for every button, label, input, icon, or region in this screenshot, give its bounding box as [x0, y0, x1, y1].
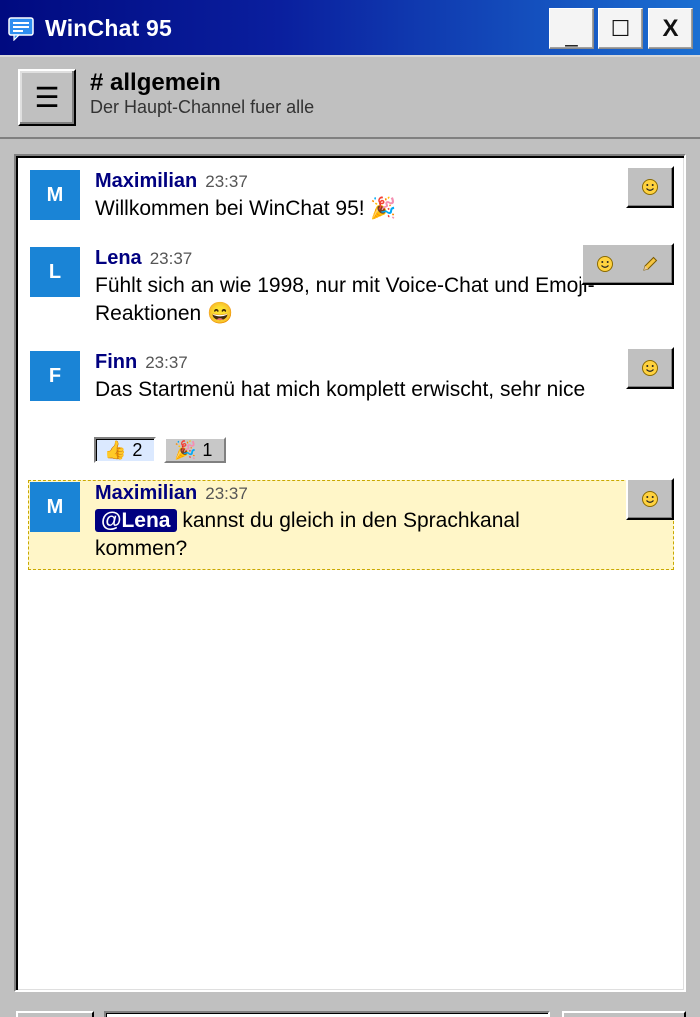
emoji-icon — [642, 360, 658, 376]
message-author[interactable]: Maximilian 23:37 — [95, 170, 248, 193]
thumbs-up-icon: 👍 — [104, 439, 127, 460]
close-button[interactable]: X — [648, 8, 693, 49]
message-item: F Finn 23:37 Das Startmenü hat mich kompl… — [30, 347, 675, 463]
channel-description: Der Haupt-Channel fuer alle — [90, 97, 315, 117]
reaction-thumbs-up[interactable]: 👍 2 — [94, 437, 156, 463]
reaction-count: 2 — [132, 439, 143, 460]
message-text: Das Startmenü hat mich komplett erwischt… — [95, 378, 586, 401]
avatar[interactable]: F — [30, 351, 80, 401]
channel-name: # allgemein — [90, 69, 221, 96]
message-actions — [626, 478, 674, 520]
message-item: M Maximilian 23:37 Willkommen bei WinChat… — [30, 166, 675, 230]
winchat-window: WinChat 95 _ ☐ X ☰ # allgemein Der Haupt… — [0, 0, 700, 1017]
compose-bar — [0, 995, 700, 1017]
message-time: 23:37 — [205, 172, 248, 191]
message-text: Fühlt sich an wie 1998, nur mit Voice-Ch… — [95, 274, 595, 325]
message-time: 23:37 — [205, 484, 248, 503]
message-item: M Maximilian 23:37 @Lena kannst du gleich… — [30, 478, 675, 566]
message-text: Willkommen bei WinChat 95! 🎉 — [95, 197, 397, 220]
send-button[interactable] — [562, 1011, 686, 1017]
message-text: @Lena kannst du gleich in den Sprachkana… — [95, 509, 520, 560]
minimize-icon: _ — [565, 21, 578, 47]
message-actions — [626, 347, 674, 389]
message-time: 23:37 — [145, 353, 188, 372]
edit-pencil-icon — [643, 256, 657, 271]
hamburger-menu-icon: ☰ — [34, 81, 60, 113]
maximize-icon: ☐ — [610, 15, 631, 41]
close-icon: X — [662, 14, 679, 42]
message-list[interactable]: M Maximilian 23:37 Willkommen bei WinChat… — [14, 154, 686, 992]
window-title: WinChat 95 — [45, 15, 173, 41]
user-mention[interactable]: @Lena — [95, 509, 177, 532]
message-author[interactable]: Finn 23:37 — [95, 351, 188, 374]
maximize-button[interactable]: ☐ — [598, 8, 643, 49]
menu-button[interactable]: ☰ — [18, 69, 76, 126]
attach-button[interactable] — [16, 1011, 94, 1017]
emoji-icon — [642, 179, 658, 195]
channel-header: ☰ # allgemein Der Haupt-Channel fuer all… — [0, 57, 700, 139]
reaction-count: 1 — [202, 439, 213, 460]
add-reaction-button[interactable] — [630, 170, 670, 204]
add-reaction-button[interactable] — [585, 247, 625, 281]
party-popper-icon: 🎉 — [174, 439, 197, 460]
emoji-icon — [642, 491, 658, 507]
message-author[interactable]: Lena 23:37 — [95, 247, 192, 270]
minimize-button[interactable]: _ — [549, 8, 594, 49]
message-time: 23:37 — [149, 249, 193, 268]
message-input[interactable] — [104, 1011, 550, 1017]
edit-message-button[interactable] — [630, 247, 670, 281]
chat-app-icon — [8, 17, 34, 41]
title-bar: WinChat 95 _ ☐ X — [0, 0, 700, 57]
message-item: L Lena 23:37 Fühlt sich an wie 1998, nur … — [30, 243, 675, 329]
add-reaction-button[interactable] — [630, 351, 670, 385]
avatar[interactable]: M — [30, 170, 80, 220]
message-actions — [626, 166, 674, 208]
message-author[interactable]: Maximilian 23:37 — [95, 482, 248, 505]
message-actions — [581, 243, 674, 285]
reaction-party[interactable]: 🎉 1 — [164, 437, 226, 463]
emoji-icon — [597, 256, 614, 272]
add-reaction-button[interactable] — [630, 482, 670, 516]
avatar[interactable]: L — [30, 247, 80, 297]
avatar[interactable]: M — [30, 482, 80, 532]
